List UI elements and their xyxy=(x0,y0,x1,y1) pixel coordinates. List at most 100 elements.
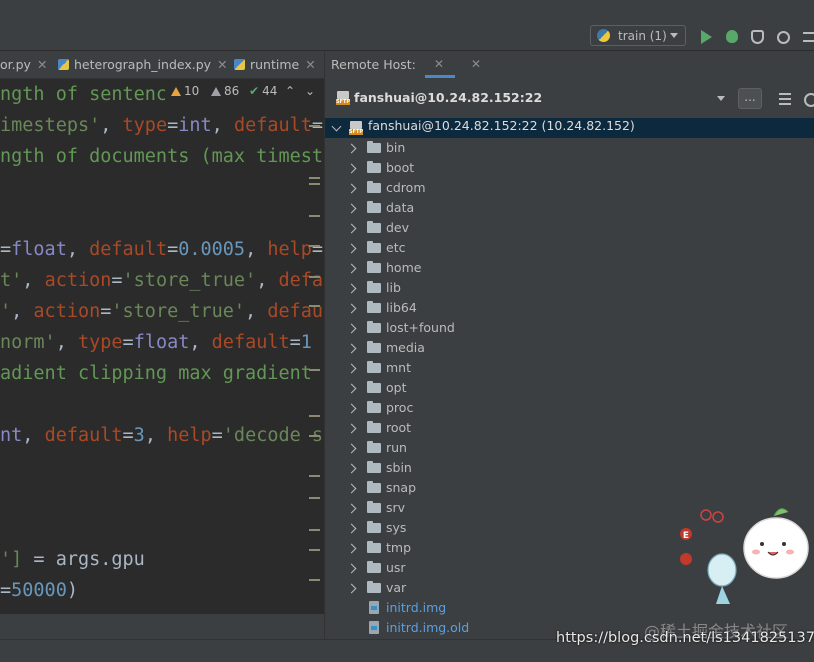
code-line[interactable]: ngth of sentence xyxy=(0,79,178,110)
file-icon xyxy=(369,621,379,634)
code-editor[interactable]: ngth of sentence imesteps', type=int, def… xyxy=(0,79,324,614)
tree-folder-bin[interactable]: bin xyxy=(325,138,814,158)
chevron-right-icon[interactable] xyxy=(346,523,357,534)
tree-folder-sbin[interactable]: sbin xyxy=(325,458,814,478)
host-selector[interactable]: SFTP fanshuai@10.24.82.152:22 ... xyxy=(325,85,814,113)
chevron-right-icon[interactable] xyxy=(346,543,357,554)
chevron-right-icon[interactable] xyxy=(346,483,357,494)
close-icon[interactable]: ✕ xyxy=(217,57,227,72)
tree-folder-run[interactable]: run xyxy=(325,438,814,458)
code-line[interactable]: =50000) xyxy=(0,575,78,606)
coverage-icon[interactable] xyxy=(751,30,764,44)
code-token: action xyxy=(33,301,101,322)
chevron-right-icon[interactable] xyxy=(346,363,357,374)
chevron-down-icon[interactable] xyxy=(717,96,725,101)
code-line[interactable]: adient clipping max gradient n xyxy=(0,358,324,389)
folder-label: sys xyxy=(386,520,407,535)
close-icon[interactable]: ✕ xyxy=(37,57,47,72)
browse-button[interactable]: ... xyxy=(738,88,762,109)
chevron-right-icon[interactable] xyxy=(346,143,357,154)
chevron-right-icon[interactable] xyxy=(346,183,357,194)
chevron-right-icon[interactable] xyxy=(346,323,357,334)
previous-highlight-icon[interactable]: ⌃ xyxy=(285,84,295,98)
folder-label: root xyxy=(386,420,412,435)
run-config-selector[interactable]: train (1) xyxy=(590,25,686,46)
tree-folder-snap[interactable]: snap xyxy=(325,478,814,498)
code-line[interactable]: ', action='store_true', defaul xyxy=(0,296,324,327)
tree-folder-data[interactable]: data xyxy=(325,198,814,218)
editor-scroll-markers[interactable] xyxy=(309,79,321,614)
chevron-right-icon[interactable] xyxy=(346,503,357,514)
chevron-right-icon[interactable] xyxy=(346,223,357,234)
close-icon[interactable]: ✕ xyxy=(305,57,315,72)
code-line[interactable]: imesteps', type=int, default=3 xyxy=(0,110,324,141)
tree-folder-lost+found[interactable]: lost+found xyxy=(325,318,814,338)
code-token: norm' xyxy=(0,332,56,353)
tree-folder-root[interactable]: root xyxy=(325,418,814,438)
tab-editor-3[interactable]: runtime ✕ xyxy=(234,51,316,78)
tree-folder-boot[interactable]: boot xyxy=(325,158,814,178)
code-line[interactable]: ngth of documents (max timeste xyxy=(0,141,324,172)
tree-folder-lib64[interactable]: lib64 xyxy=(325,298,814,318)
chevron-right-icon[interactable] xyxy=(346,243,357,254)
code-token: , xyxy=(100,115,123,136)
code-token: , xyxy=(245,239,268,260)
chevron-right-icon[interactable] xyxy=(346,263,357,274)
code-token: default xyxy=(211,332,290,353)
folder-icon xyxy=(367,241,381,253)
code-token: = xyxy=(289,332,301,353)
close-icon[interactable]: ✕ xyxy=(434,57,444,71)
code-token: action xyxy=(44,270,112,291)
code-token: ' xyxy=(0,301,12,322)
tree-folder-etc[interactable]: etc xyxy=(325,238,814,258)
inspection-widget[interactable]: 10 86 ✔ 44 ⌃ ⌄ xyxy=(165,79,324,103)
code-line[interactable]: '] = args.gpu xyxy=(0,544,145,575)
tree-folder-media[interactable]: media xyxy=(325,338,814,358)
tree-folder-cdrom[interactable]: cdrom xyxy=(325,178,814,198)
tab-editor-2[interactable]: heterograph_index.py ✕ xyxy=(58,51,228,78)
tree-folder-proc[interactable]: proc xyxy=(325,398,814,418)
debug-icon[interactable] xyxy=(726,30,738,43)
code-line[interactable]: norm', type=float, default=1 xyxy=(0,327,312,358)
code-token: = xyxy=(122,425,134,446)
folder-label: lost+found xyxy=(386,320,455,335)
chevron-right-icon[interactable] xyxy=(346,443,357,454)
chevron-right-icon[interactable] xyxy=(346,383,357,394)
chevron-right-icon[interactable] xyxy=(346,203,357,214)
chevron-right-icon[interactable] xyxy=(346,423,357,434)
tree-folder-dev[interactable]: dev xyxy=(325,218,814,238)
tree-folder-lib[interactable]: lib xyxy=(325,278,814,298)
chevron-down-icon[interactable] xyxy=(331,121,342,132)
folder-label: run xyxy=(386,440,407,455)
code-token: int xyxy=(178,115,212,136)
code-line[interactable]: =float, default=0.0005, help= xyxy=(0,234,323,265)
next-highlight-icon[interactable]: ⌄ xyxy=(305,84,315,98)
refresh-icon[interactable] xyxy=(804,93,814,107)
chevron-right-icon[interactable] xyxy=(346,583,357,594)
tree-folder-opt[interactable]: opt xyxy=(325,378,814,398)
code-token: default xyxy=(44,425,123,446)
chevron-right-icon[interactable] xyxy=(346,403,357,414)
tab-remote-active[interactable]: ✕ xyxy=(425,51,455,78)
profile-icon[interactable] xyxy=(777,31,790,44)
code-line[interactable]: nt, default=3, help='decode s xyxy=(0,420,323,451)
sftp-icon: SFTP xyxy=(336,91,350,105)
chevron-right-icon[interactable] xyxy=(346,303,357,314)
collapse-all-icon[interactable] xyxy=(779,93,791,105)
chevron-right-icon[interactable] xyxy=(346,343,357,354)
chevron-right-icon[interactable] xyxy=(346,283,357,294)
close-icon[interactable]: ✕ xyxy=(471,57,481,71)
tree-folder-mnt[interactable]: mnt xyxy=(325,358,814,378)
tab-editor-1[interactable]: or.py ✕ xyxy=(0,51,47,78)
tree-root-node[interactable]: SFTP fanshuai@10.24.82.152:22 (10.24.82.… xyxy=(325,118,814,138)
chevron-right-icon[interactable] xyxy=(346,463,357,474)
folder-label: cdrom xyxy=(386,180,426,195)
run-icon[interactable] xyxy=(701,30,712,44)
tree-folder-home[interactable]: home xyxy=(325,258,814,278)
chevron-right-icon[interactable] xyxy=(346,563,357,574)
chevron-right-icon[interactable] xyxy=(346,163,357,174)
code-line[interactable]: t', action='store_true', defau xyxy=(0,265,324,296)
more-actions-icon[interactable] xyxy=(803,32,814,42)
typo-icon: ✔ xyxy=(249,84,260,98)
folder-label: bin xyxy=(386,140,406,155)
